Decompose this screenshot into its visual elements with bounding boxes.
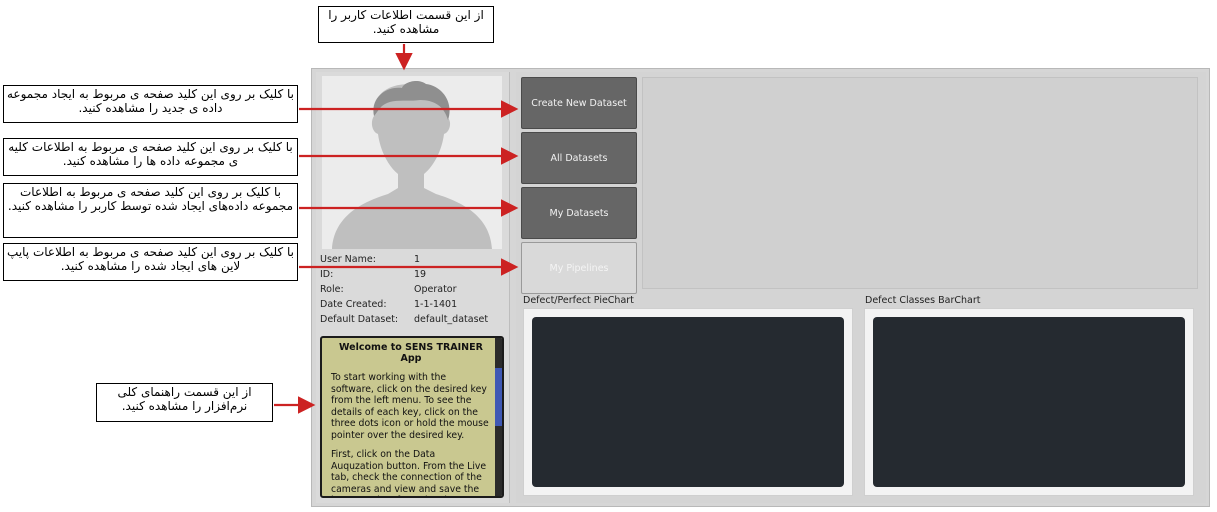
callout-my-pipelines: با کلیک بر روی این کلید صفحه ی مربوط به … bbox=[3, 243, 298, 281]
callout-all-datasets: با کلیک بر روی این کلید صفحه ی مربوط به … bbox=[3, 138, 298, 176]
callout-user-info: از این قسمت اطلاعات کاربر را مشاهده کنید… bbox=[318, 6, 494, 43]
callout-my-datasets: با کلیک بر روی این کلید صفحه ی مربوط به … bbox=[3, 183, 298, 238]
callout-create-dataset: با کلیک بر روی این کلید صفحه ی مربوط به … bbox=[3, 85, 298, 123]
callout-help: از این قسمت راهنمای کلی نرم‌افزار را مشا… bbox=[96, 383, 273, 422]
